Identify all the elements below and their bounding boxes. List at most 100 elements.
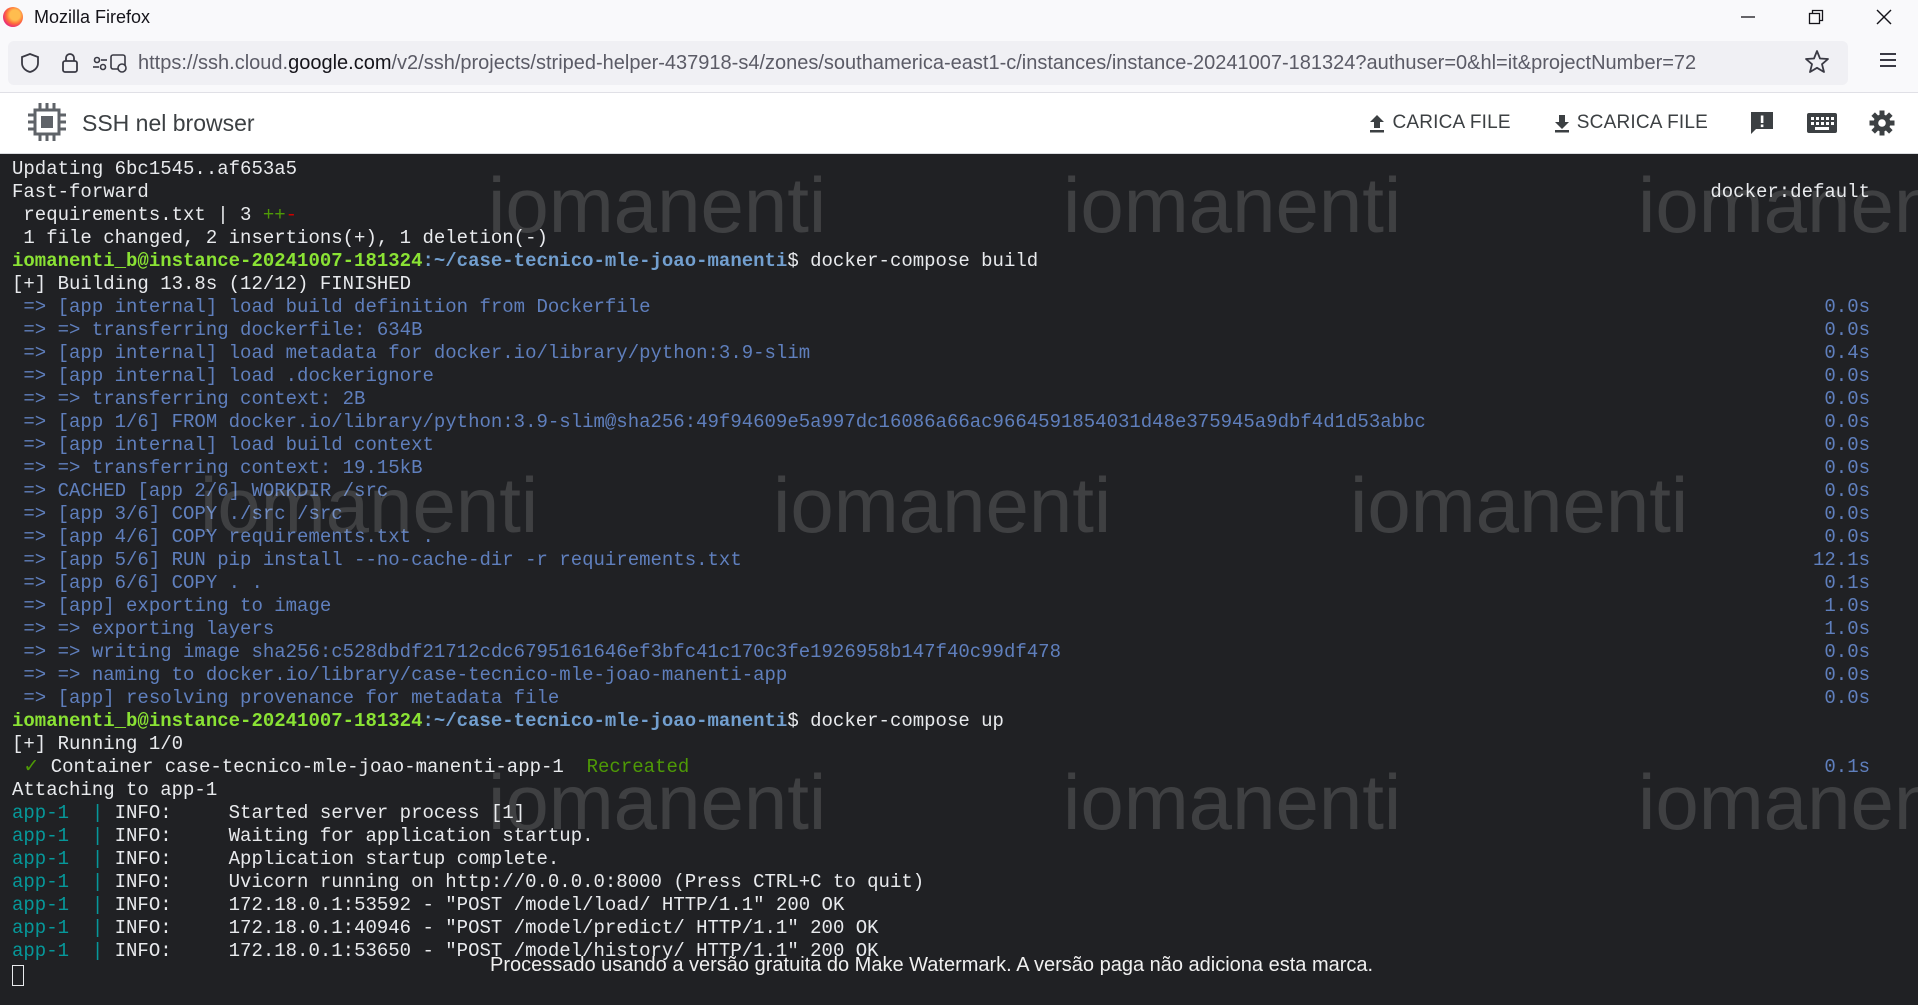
- terminal-timing: 1.0s: [1824, 595, 1870, 617]
- prompt-path: :~/case-tecnico-mle-joao-manenti: [422, 710, 788, 732]
- terminal-line: => => writing image sha256:c528dbdf21712…: [12, 641, 1061, 663]
- terminal-line: [+] Running 1/0: [12, 733, 184, 755]
- settings-button[interactable]: [1868, 109, 1896, 137]
- terminal-line: ✓ Container case-tecnico-mle-joao-manent…: [12, 756, 689, 779]
- terminal-timing: 0.0s: [1824, 526, 1870, 548]
- log-entry: INFO: 172.18.0.1:53592 - "POST /model/lo…: [114, 894, 845, 916]
- browser-navbar: https://ssh.cloud.google.com/v2/ssh/proj…: [0, 34, 1918, 93]
- terminal-line: app-1 | INFO: Started server process [1]: [12, 802, 525, 825]
- terminal-line: => [app 1/6] FROM docker.io/library/pyth…: [12, 411, 1426, 433]
- log-prefix: app-1: [12, 940, 70, 962]
- log-entry: INFO: 172.18.0.1:40946 - "POST /model/pr…: [114, 917, 879, 939]
- close-button[interactable]: [1850, 0, 1918, 34]
- terminal-timing: 1.0s: [1824, 618, 1870, 640]
- terminal-line: app-1 | INFO: Application startup comple…: [12, 848, 559, 871]
- terminal-timing: 0.0s: [1824, 641, 1870, 663]
- feedback-button[interactable]: [1748, 109, 1776, 137]
- terminal-line: => => transferring dockerfile: 634B: [12, 319, 423, 341]
- url-host: google.com: [288, 51, 392, 74]
- terminal-line: => [app internal] load build definition …: [12, 296, 651, 318]
- window-titlebar: Mozilla Firefox: [0, 0, 1918, 34]
- terminal-line: app-1 | INFO: Waiting for application st…: [12, 825, 594, 848]
- terminal-timing: 12.1s: [1812, 549, 1870, 571]
- terminal-timing: 0.1s: [1824, 756, 1870, 778]
- terminal-cursor: [12, 965, 24, 986]
- close-icon: [1876, 9, 1892, 25]
- terminal-line: app-1 | INFO: 172.18.0.1:40946 - "POST /…: [12, 917, 879, 940]
- firefox-logo-icon: [3, 7, 23, 27]
- url-scheme: https://ssh.cloud.: [138, 51, 289, 74]
- terminal-line: [+] Building 13.8s (12/12) FINISHED: [12, 273, 412, 295]
- log-entry: INFO: Started server process [1]: [114, 802, 526, 824]
- terminal-timing: 0.0s: [1824, 365, 1870, 387]
- terminal-line: app-1 | INFO: Uvicorn running on http://…: [12, 871, 924, 894]
- terminal-line: => => naming to docker.io/library/case-t…: [12, 664, 788, 686]
- terminal-timing: 0.1s: [1824, 572, 1870, 594]
- url-text[interactable]: https://ssh.cloud.google.com/v2/ssh/proj…: [138, 52, 1748, 75]
- container-name: Container case-tecnico-mle-joao-manenti-…: [50, 756, 587, 778]
- prompt-user: iomanenti_b@instance-20241007-181324: [12, 710, 423, 732]
- terminal-timing: docker:default: [1710, 181, 1870, 203]
- log-entry: INFO: Application startup complete.: [114, 848, 560, 870]
- diff-minus: -: [285, 204, 298, 226]
- terminal-timing: 0.0s: [1824, 664, 1870, 686]
- download-file-button[interactable]: SCARICA FILE: [1551, 112, 1708, 134]
- url-path: /v2/ssh/projects/striped-helper-437918-s…: [391, 51, 1697, 74]
- log-entry: INFO: Uvicorn running on http://0.0.0.0:…: [114, 871, 925, 893]
- keyboard-icon: [1807, 113, 1837, 133]
- prompt-user: iomanenti_b@instance-20241007-181324: [12, 250, 423, 272]
- log-separator: |: [69, 802, 115, 824]
- terminal-command: $ docker-compose up: [787, 710, 1004, 732]
- log-prefix: app-1: [12, 848, 70, 870]
- log-separator: |: [69, 871, 115, 893]
- lock-icon[interactable]: [52, 45, 88, 81]
- upload-file-button[interactable]: CARICA FILE: [1366, 112, 1511, 134]
- window-title: Mozilla Firefox: [34, 6, 151, 27]
- terminal[interactable]: Updating 6bc1545..af653a5 Fast-forward re…: [0, 154, 1918, 1005]
- hamburger-menu-icon[interactable]: [1878, 51, 1898, 74]
- log-separator: |: [69, 894, 115, 916]
- log-prefix: app-1: [12, 825, 70, 847]
- terminal-line: Updating 6bc1545..af653a5: [12, 158, 298, 180]
- permissions-icon[interactable]: [92, 45, 128, 81]
- log-separator: |: [69, 825, 115, 847]
- minimize-icon: [1741, 16, 1755, 18]
- check-mark: ✓: [12, 756, 51, 778]
- terminal-line: => [app internal] load metadata for dock…: [12, 342, 811, 364]
- terminal-line: requirements.txt | 3 ++-: [12, 204, 297, 227]
- restore-icon: [1808, 9, 1824, 25]
- terminal-line: app-1 | INFO: 172.18.0.1:53592 - "POST /…: [12, 894, 844, 917]
- compute-chip-icon: [26, 101, 68, 148]
- container-state: Recreated: [586, 756, 690, 778]
- terminal-timing: 0.0s: [1824, 388, 1870, 410]
- log-prefix: app-1: [12, 871, 70, 893]
- terminal-timing: 0.0s: [1824, 296, 1870, 318]
- terminal-timing: 0.4s: [1824, 342, 1870, 364]
- log-entry: INFO: Waiting for application startup.: [114, 825, 594, 847]
- terminal-line: => [app] resolving provenance for metada…: [12, 687, 560, 709]
- restore-button[interactable]: [1782, 0, 1850, 34]
- log-separator: |: [69, 848, 115, 870]
- log-prefix: app-1: [12, 894, 70, 916]
- prompt-path: :~/case-tecnico-mle-joao-manenti: [422, 250, 788, 272]
- terminal-timing: 0.0s: [1824, 319, 1870, 341]
- tracking-protection-shield-icon[interactable]: [12, 45, 48, 81]
- url-bar[interactable]: https://ssh.cloud.google.com/v2/ssh/proj…: [8, 41, 1848, 85]
- bookmark-star-icon[interactable]: [1804, 49, 1830, 80]
- terminal-line: => => exporting layers: [12, 618, 275, 640]
- terminal-line: 1 file changed, 2 insertions(+), 1 delet…: [12, 227, 548, 249]
- terminal-line: iomanenti_b@instance-20241007-181324:~/c…: [12, 250, 1038, 273]
- terminal-command: $ docker-compose build: [787, 250, 1039, 272]
- terminal-line: => [app 5/6] RUN pip install --no-cache-…: [12, 549, 742, 571]
- keyboard-button[interactable]: [1806, 111, 1838, 135]
- minimize-button[interactable]: [1714, 0, 1782, 34]
- terminal-timing: 0.0s: [1824, 434, 1870, 456]
- terminal-line: => [app internal] load build context: [12, 434, 434, 456]
- upload-icon: [1370, 115, 1385, 133]
- watermark-notice: Processado usando a versão gratuita do M…: [490, 954, 1374, 976]
- terminal-line: => => transferring context: 2B: [12, 388, 366, 410]
- page-title: SSH nel browser: [82, 110, 255, 136]
- terminal-line: => CACHED [app 2/6] WORKDIR /src: [12, 480, 389, 502]
- terminal-line: => [app internal] load .dockerignore: [12, 365, 434, 387]
- log-prefix: app-1: [12, 917, 70, 939]
